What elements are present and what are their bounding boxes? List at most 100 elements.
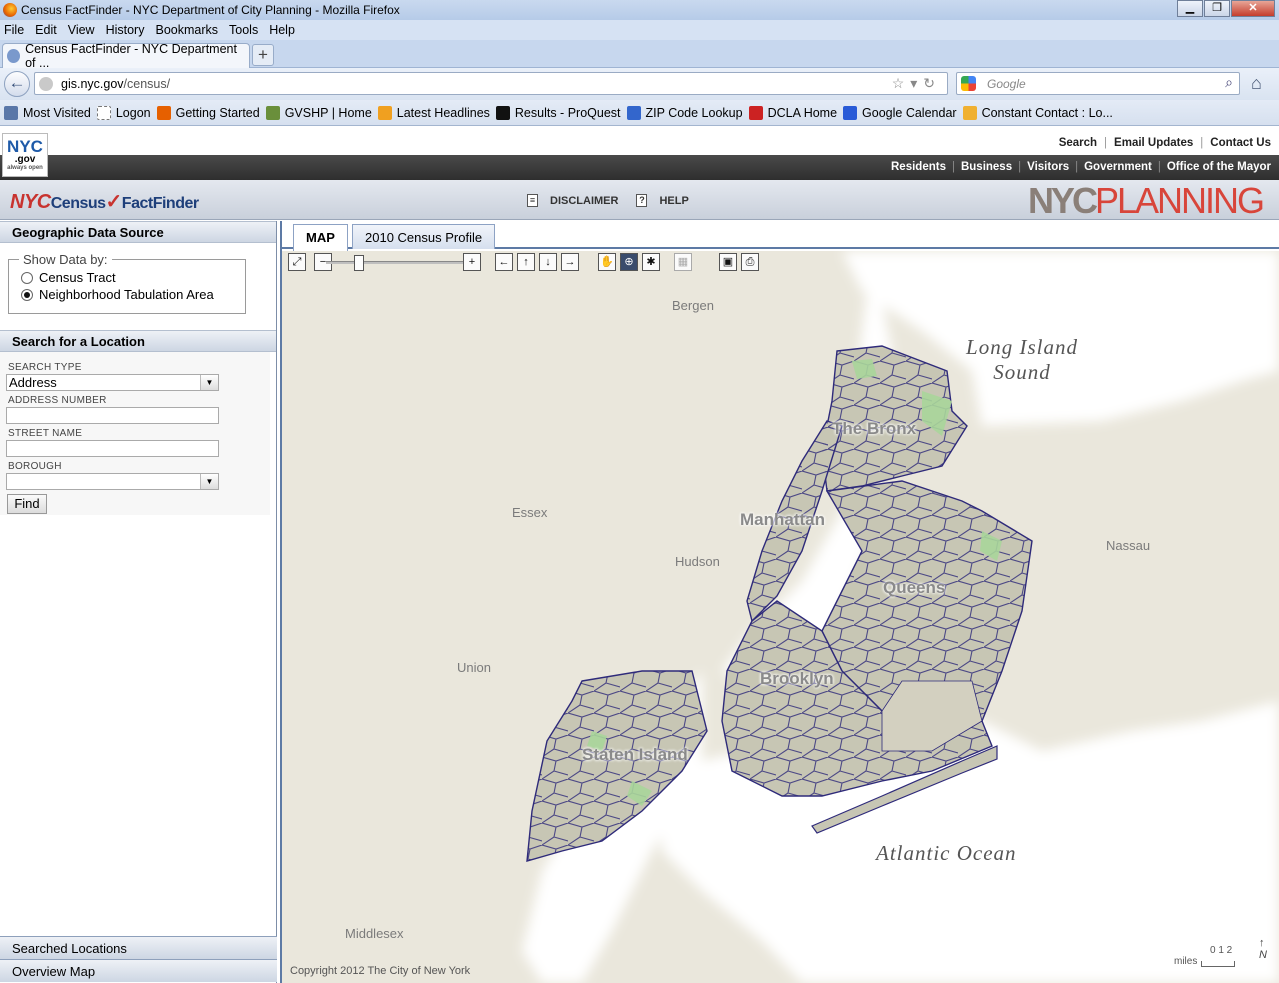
document-icon: ≡ xyxy=(527,194,538,207)
search-placeholder: Google xyxy=(987,76,1026,91)
clear-selection-icon[interactable]: ▦ xyxy=(674,253,692,271)
geographic-data-source-header[interactable]: Geographic Data Source xyxy=(0,221,276,243)
bookmark-item[interactable]: DCLA Home xyxy=(748,105,838,120)
menu-tools[interactable]: Tools xyxy=(229,23,258,37)
visitors-link[interactable]: Visitors xyxy=(1027,161,1069,173)
address-number-input[interactable] xyxy=(6,407,219,424)
bookmark-icon xyxy=(377,105,392,120)
window-title: Census FactFinder - NYC Department of Ci… xyxy=(21,3,400,17)
google-icon[interactable] xyxy=(961,76,976,91)
bookmark-item[interactable]: Logon xyxy=(96,105,151,120)
pan-hand-icon[interactable]: ✋ xyxy=(598,253,616,271)
tab-2010-census-profile[interactable]: 2010 Census Profile xyxy=(352,224,496,249)
nyc-top-links: Search | Email Updates | Contact Us xyxy=(1058,137,1271,149)
chevron-down-icon[interactable]: ▼ xyxy=(200,474,218,489)
borough-label: BOROUGH xyxy=(8,461,62,472)
lis-line2: Sound xyxy=(993,360,1051,384)
minimize-button[interactable]: ▁ xyxy=(1177,0,1203,17)
borough-select[interactable]: ▼ xyxy=(6,473,219,490)
bookmark-item[interactable]: Constant Contact : Lo... xyxy=(962,105,1113,120)
chevron-down-icon[interactable]: ▼ xyxy=(200,375,218,390)
menu-help[interactable]: Help xyxy=(269,23,295,37)
browser-tab[interactable]: Census FactFinder - NYC Department of ..… xyxy=(2,42,250,70)
planning-logo-nyc: NYC xyxy=(1027,180,1098,221)
zoom-slider-handle[interactable] xyxy=(354,255,364,271)
label-nassau: Nassau xyxy=(1106,538,1151,553)
menu-bookmarks[interactable]: Bookmarks xyxy=(155,23,218,37)
office-of-the-mayor-link[interactable]: Office of the Mayor xyxy=(1167,161,1271,173)
help-button[interactable]: ? HELP xyxy=(636,194,689,207)
census-factfinder-logo: NYCCensus✓FactFinder xyxy=(10,189,199,214)
bookmark-item[interactable]: Latest Headlines xyxy=(377,105,490,120)
menu-history[interactable]: History xyxy=(106,23,145,37)
identify-icon[interactable]: ✱ xyxy=(642,253,660,271)
print-icon[interactable]: ⎙ xyxy=(741,253,759,271)
zoom-slider-track[interactable] xyxy=(326,261,470,264)
url-path: /census/ xyxy=(123,76,171,91)
scale-ticks: 0 1 2 xyxy=(1210,945,1233,956)
map-canvas[interactable]: ⤢ − + ← ↑ ↓ → ✋ ⊕ ✱ ▦ ▣ ⎙ Bergen Essex H… xyxy=(282,251,1279,983)
nyc-logo-text: NYC xyxy=(7,137,43,156)
searched-locations-header[interactable]: Searched Locations xyxy=(0,936,277,959)
email-updates-link[interactable]: Email Updates xyxy=(1114,137,1193,149)
census-tract-option[interactable]: Census Tract xyxy=(21,270,116,285)
business-link[interactable]: Business xyxy=(961,161,1012,173)
nyc-logo-tag: always open xyxy=(7,165,43,171)
bookmark-item[interactable]: Getting Started xyxy=(156,105,260,120)
search-type-label: SEARCH TYPE xyxy=(8,362,82,373)
close-window-button[interactable]: ✕ xyxy=(1231,0,1275,17)
menu-file[interactable]: File xyxy=(4,23,24,37)
nyc-gov-logo[interactable]: NYC .gov always open xyxy=(2,133,48,177)
overview-map-header[interactable]: Overview Map xyxy=(0,959,277,982)
map-panel: MAP 2010 Census Profile ⤢ − + ← ↑ ↓ → ✋ … xyxy=(280,221,1279,983)
help-label: HELP xyxy=(659,194,689,207)
bookmark-item[interactable]: Most Visited xyxy=(4,105,91,120)
pan-south-icon[interactable]: ↓ xyxy=(539,253,557,271)
pan-north-icon[interactable]: ↑ xyxy=(517,253,535,271)
bookmark-item[interactable]: GVSHP | Home xyxy=(265,105,372,120)
bookmark-label: Results - ProQuest xyxy=(514,105,621,120)
label-bergen: Bergen xyxy=(672,298,714,313)
search-link[interactable]: Search xyxy=(1059,137,1097,149)
census-tract-radio[interactable] xyxy=(21,271,33,284)
bookmark-item[interactable]: Results - ProQuest xyxy=(495,105,621,120)
restore-button[interactable]: ❐ xyxy=(1204,0,1230,17)
disclaimer-button[interactable]: ≡ DISCLAIMER xyxy=(527,194,618,207)
contact-us-link[interactable]: Contact Us xyxy=(1210,137,1271,149)
zoom-in-icon[interactable]: + xyxy=(463,253,481,271)
check-icon: ✓ xyxy=(105,191,123,213)
map-graphic[interactable] xyxy=(282,251,1279,983)
government-link[interactable]: Government xyxy=(1084,161,1152,173)
bookmark-icon xyxy=(265,105,280,120)
search-field[interactable]: Google ⌕ xyxy=(956,72,1240,95)
save-icon[interactable]: ▣ xyxy=(719,253,737,271)
bookmark-star-icon[interactable]: ☆▾↻ xyxy=(892,75,941,92)
street-name-input[interactable] xyxy=(6,440,219,457)
menu-edit[interactable]: Edit xyxy=(35,23,57,37)
back-button[interactable]: ← xyxy=(4,71,30,97)
window-titlebar: Census FactFinder - NYC Department of Ci… xyxy=(0,0,1279,20)
search-type-select[interactable]: Address ▼ xyxy=(6,374,219,391)
nta-radio[interactable] xyxy=(21,288,33,301)
cff-logo-factfinder: FactFinder xyxy=(121,195,199,212)
search-location-header[interactable]: Search for a Location xyxy=(0,330,276,352)
tab-map[interactable]: MAP xyxy=(293,224,348,251)
bookmark-item[interactable]: ZIP Code Lookup xyxy=(626,105,743,120)
pan-west-icon[interactable]: ← xyxy=(495,253,513,271)
find-button[interactable]: Find xyxy=(7,494,47,514)
pan-east-icon[interactable]: → xyxy=(561,253,579,271)
bookmark-label: Latest Headlines xyxy=(396,105,490,120)
nyc-planning-logo: NYCPLANNING xyxy=(1027,180,1265,221)
nta-option[interactable]: Neighborhood Tabulation Area xyxy=(21,287,214,302)
residents-link[interactable]: Residents xyxy=(891,161,946,173)
zoom-tool-icon[interactable]: ⊕ xyxy=(620,253,638,271)
search-icon[interactable]: ⌕ xyxy=(1225,74,1233,91)
label-staten-island: Staten Island xyxy=(582,745,688,764)
menu-view[interactable]: View xyxy=(68,23,95,37)
bookmark-label: DCLA Home xyxy=(767,105,838,120)
full-extent-icon[interactable]: ⤢ xyxy=(288,253,306,271)
url-bar[interactable]: gis.nyc.gov/census/ ☆▾↻ xyxy=(34,72,948,95)
home-icon[interactable]: ⌂ xyxy=(1251,73,1262,94)
new-tab-button[interactable]: + xyxy=(252,44,274,66)
bookmark-item[interactable]: Google Calendar xyxy=(843,105,957,120)
